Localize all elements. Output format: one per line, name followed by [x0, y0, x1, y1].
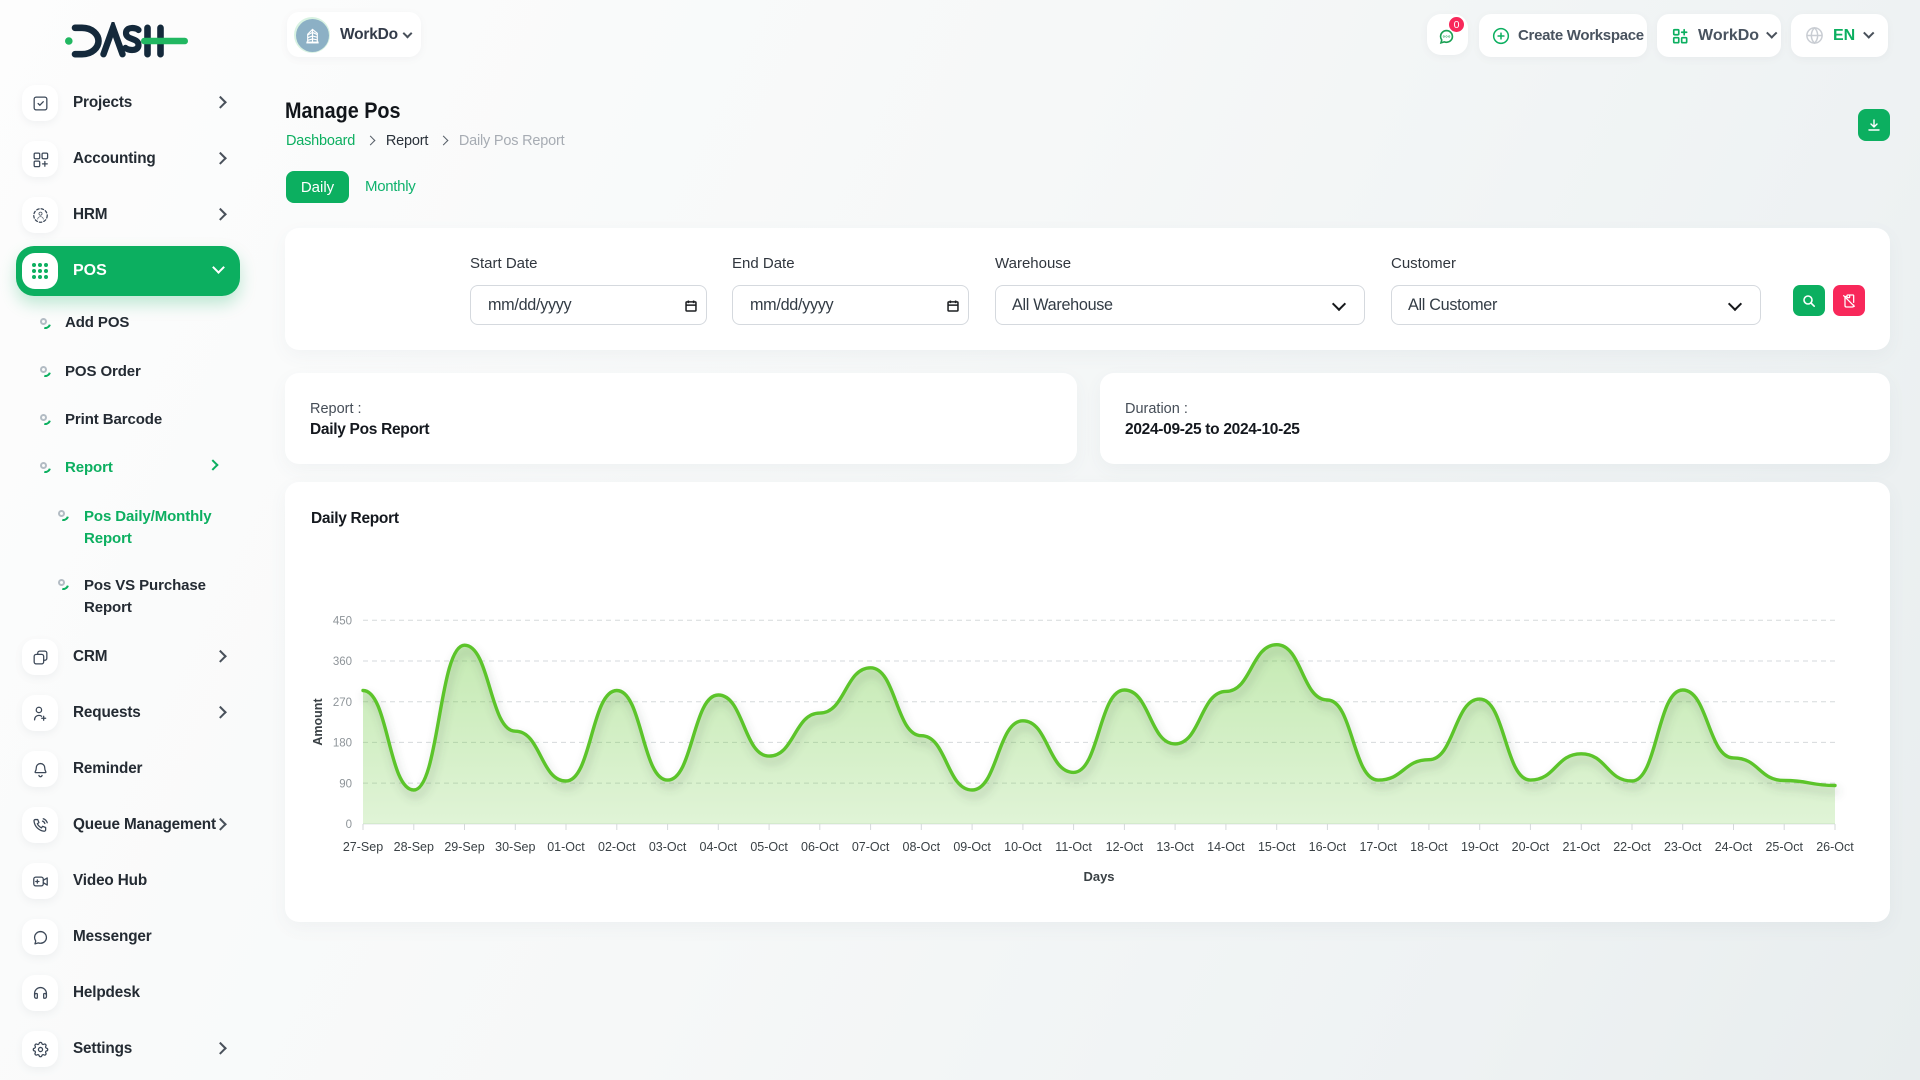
svg-text:02-Oct: 02-Oct	[598, 840, 636, 854]
svg-text:24-Oct: 24-Oct	[1715, 840, 1753, 854]
svg-text:450: 450	[333, 615, 352, 627]
svg-text:06-Oct: 06-Oct	[801, 840, 839, 854]
svg-text:15-Oct: 15-Oct	[1258, 840, 1296, 854]
svg-text:90: 90	[339, 778, 352, 790]
svg-text:19-Oct: 19-Oct	[1461, 840, 1499, 854]
svg-text:360: 360	[333, 656, 352, 668]
svg-text:0: 0	[346, 819, 352, 831]
svg-text:14-Oct: 14-Oct	[1207, 840, 1245, 854]
svg-text:270: 270	[333, 697, 352, 709]
svg-text:08-Oct: 08-Oct	[903, 840, 941, 854]
svg-text:11-Oct: 11-Oct	[1055, 840, 1092, 854]
svg-text:25-Oct: 25-Oct	[1765, 840, 1803, 854]
svg-text:17-Oct: 17-Oct	[1359, 840, 1397, 854]
svg-text:27-Sep: 27-Sep	[343, 840, 383, 854]
svg-text:10-Oct: 10-Oct	[1004, 840, 1042, 854]
svg-text:180: 180	[333, 738, 352, 750]
svg-text:13-Oct: 13-Oct	[1156, 840, 1194, 854]
svg-text:18-Oct: 18-Oct	[1410, 840, 1448, 854]
svg-text:Amount: Amount	[311, 698, 325, 746]
svg-text:Days: Days	[1083, 869, 1114, 884]
svg-text:28-Sep: 28-Sep	[394, 840, 434, 854]
svg-text:26-Oct: 26-Oct	[1816, 840, 1854, 854]
svg-text:30-Sep: 30-Sep	[495, 840, 535, 854]
svg-text:20-Oct: 20-Oct	[1512, 840, 1550, 854]
svg-text:12-Oct: 12-Oct	[1106, 840, 1144, 854]
svg-text:09-Oct: 09-Oct	[953, 840, 991, 854]
svg-text:22-Oct: 22-Oct	[1613, 840, 1651, 854]
svg-text:21-Oct: 21-Oct	[1562, 840, 1600, 854]
svg-text:16-Oct: 16-Oct	[1309, 840, 1347, 854]
svg-text:04-Oct: 04-Oct	[700, 840, 738, 854]
svg-text:03-Oct: 03-Oct	[649, 840, 687, 854]
svg-text:01-Oct: 01-Oct	[547, 840, 585, 854]
svg-text:29-Sep: 29-Sep	[444, 840, 484, 854]
svg-text:23-Oct: 23-Oct	[1664, 840, 1702, 854]
svg-text:05-Oct: 05-Oct	[750, 840, 788, 854]
svg-text:07-Oct: 07-Oct	[852, 840, 890, 854]
